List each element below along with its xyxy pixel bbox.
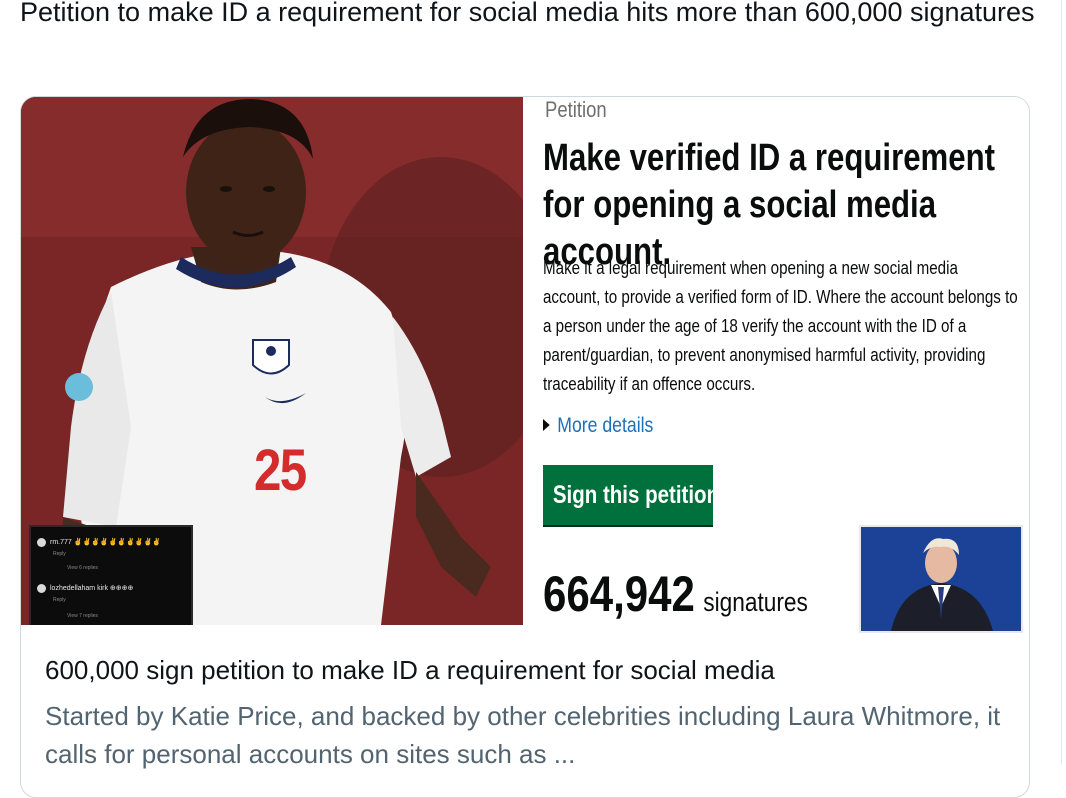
comment-meta: Reply xyxy=(53,551,66,557)
petition-kicker: Petition xyxy=(545,97,607,122)
more-details-link[interactable]: More details xyxy=(543,414,653,438)
tweet-text: Petition to make ID a requirement for so… xyxy=(20,0,1035,27)
link-title[interactable]: 600,000 sign petition to make ID a requi… xyxy=(45,655,775,686)
comment-text: lozhedellaham kirk ⊕⊕⊕⊕ xyxy=(50,585,134,592)
more-details-label: More details xyxy=(557,414,654,437)
signature-count: 664,942 signatures xyxy=(543,565,808,623)
player-photo: 25 rm.777 ✌✌✌✌✌✌✌✌✌✌ Reply View 6 replie… xyxy=(21,97,523,625)
comment-replies: View 7 replies xyxy=(67,613,99,619)
comments-overlay: rm.777 ✌✌✌✌✌✌✌✌✌✌ Reply View 6 replies l… xyxy=(29,525,193,625)
link-description: Started by Katie Price, and backed by ot… xyxy=(45,701,1001,769)
sign-petition-button[interactable]: Sign this petition xyxy=(543,465,720,525)
shirt-number: 25 xyxy=(254,438,307,503)
caret-right-icon xyxy=(543,419,550,431)
link-preview-card[interactable]: 25 rm.777 ✌✌✌✌✌✌✌✌✌✌ Reply View 6 replie… xyxy=(20,96,1030,798)
avatar xyxy=(37,537,46,547)
comment-replies: View 6 replies xyxy=(67,565,99,571)
avatar xyxy=(37,583,46,593)
comment-text: rm.777 ✌✌✌✌✌✌✌✌✌✌ xyxy=(50,539,161,546)
signature-count-value: 664,942 xyxy=(543,566,695,622)
comment-row: rm.777 ✌✌✌✌✌✌✌✌✌✌ xyxy=(37,537,161,547)
card-media[interactable]: 25 rm.777 ✌✌✌✌✌✌✌✌✌✌ Reply View 6 replie… xyxy=(21,97,1029,633)
comment-meta: Reply xyxy=(53,597,66,603)
sign-petition-label: Sign this petition xyxy=(552,481,720,509)
petition-body: Make it a legal requirement when opening… xyxy=(543,257,1018,394)
politician-illustration xyxy=(861,527,1021,631)
politician-photo xyxy=(859,525,1023,633)
signature-count-label: signatures xyxy=(703,587,808,617)
comment-row: lozhedellaham kirk ⊕⊕⊕⊕ xyxy=(37,583,133,593)
column-divider xyxy=(1061,0,1062,765)
